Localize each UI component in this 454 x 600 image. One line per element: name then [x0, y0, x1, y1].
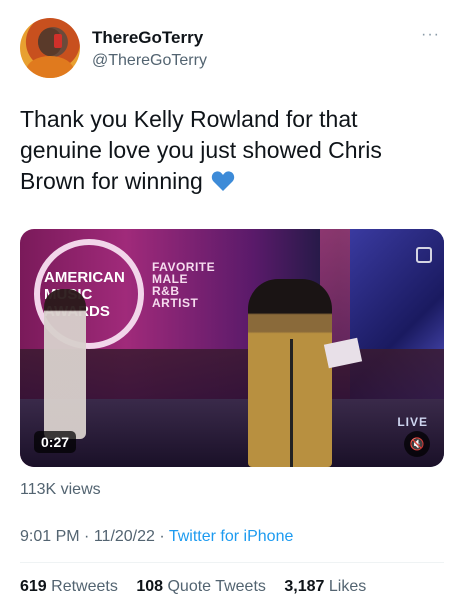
likes-label: Likes — [328, 578, 367, 595]
tweet-body: Thank you Kelly Rowland for that genuine… — [20, 106, 382, 194]
likes-count: 3,187 — [284, 578, 325, 595]
avatar[interactable] — [20, 18, 80, 78]
divider — [20, 562, 444, 563]
live-label: LIVE — [397, 415, 428, 429]
meta-separator: · — [159, 528, 165, 545]
media-corner-icon[interactable] — [416, 247, 432, 263]
avatar-phone — [54, 34, 62, 48]
author-name[interactable]: ThereGoTerry — [92, 28, 203, 48]
retweets-stat[interactable]: 619 Retweets — [20, 578, 118, 595]
video-duration-badge: 0:27 — [34, 431, 77, 453]
speaker-muted-icon[interactable]: 🔇 — [404, 431, 430, 457]
person-left — [44, 289, 86, 439]
tweet-time[interactable]: 9:01 PM — [20, 528, 80, 545]
award-line: ARTIST — [152, 296, 199, 310]
microphone-stand — [290, 339, 293, 467]
author-handle[interactable]: @ThereGoTerry — [92, 52, 207, 70]
retweets-count: 619 — [20, 578, 47, 595]
award-category: FAVORITE MALE R&B ARTIST — [152, 261, 215, 309]
view-count: 113K views — [20, 481, 101, 498]
tweet-text: Thank you Kelly Rowland for that genuine… — [20, 104, 440, 197]
engagement-stats: 619 Retweets 108 Quote Tweets 3,187 Like… — [20, 578, 380, 596]
more-options-icon[interactable]: ··· — [421, 27, 440, 43]
quote-tweets-count: 108 — [136, 578, 164, 595]
quote-tweets-label: Quote Tweets — [167, 578, 266, 595]
blue-heart-icon — [212, 171, 235, 191]
avatar-shirt — [26, 56, 74, 78]
tweet-date[interactable]: 11/20/22 — [94, 528, 155, 545]
meta-separator: · — [84, 528, 90, 545]
video-player[interactable]: AMERICAN MUSIC AWARDS FAVORITE MALE R&B … — [20, 229, 444, 467]
tweet-header: ThereGoTerry @ThereGoTerry ··· — [20, 18, 440, 82]
retweets-label: Retweets — [51, 578, 118, 595]
tweet-meta: 9:01 PM · 11/20/22 · Twitter for iPhone — [20, 528, 293, 546]
likes-stat[interactable]: 3,187 Likes — [284, 578, 366, 595]
logo-line: AMERICAN — [44, 269, 125, 286]
quote-tweets-stat[interactable]: 108 Quote Tweets — [136, 578, 266, 595]
tweet-source-link[interactable]: Twitter for iPhone — [169, 528, 294, 545]
